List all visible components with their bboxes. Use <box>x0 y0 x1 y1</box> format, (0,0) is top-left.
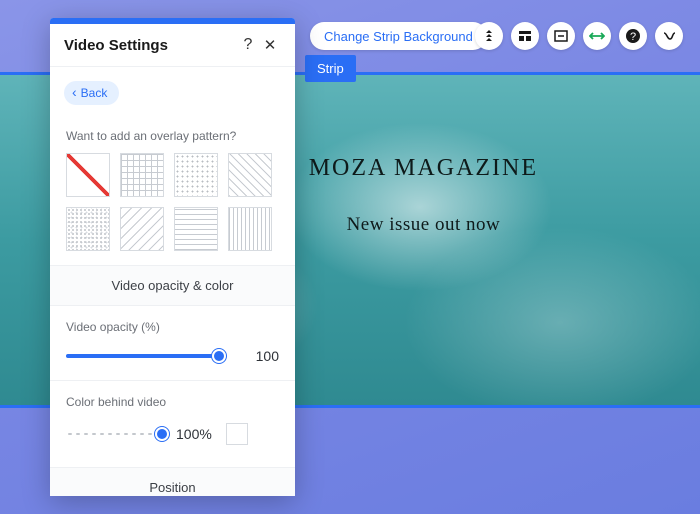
stretch-icon[interactable] <box>547 22 575 50</box>
back-button[interactable]: Back <box>64 81 119 105</box>
hero-title: MOZA MAGAZINE <box>309 155 538 182</box>
video-settings-panel: Video Settings ? ✕ Back Want to add an o… <box>50 18 295 496</box>
change-strip-label: Change Strip Background <box>324 29 473 44</box>
pattern-none[interactable] <box>66 153 110 197</box>
svg-text:?: ? <box>630 31 636 43</box>
field-color-behind: Color behind video 100% <box>50 381 295 451</box>
hero-text: MOZA MAGAZINE New issue out now <box>309 155 538 236</box>
layout-icon[interactable] <box>511 22 539 50</box>
strip-chip[interactable]: Strip <box>305 55 356 82</box>
help-icon[interactable]: ? <box>619 22 647 50</box>
video-opacity-value: 100 <box>233 348 279 364</box>
pattern-noise[interactable] <box>66 207 110 251</box>
change-strip-background-button[interactable]: Change Strip Background <box>310 22 487 50</box>
video-opacity-label: Video opacity (%) <box>66 320 279 334</box>
hero-subtitle: New issue out now <box>309 214 538 236</box>
pattern-diagonal[interactable] <box>228 153 272 197</box>
panel-title: Video Settings <box>64 37 237 54</box>
color-behind-slider[interactable] <box>66 431 162 437</box>
slider-thumb[interactable] <box>212 349 226 363</box>
pattern-grid[interactable] <box>120 153 164 197</box>
animation-icon[interactable] <box>655 22 683 50</box>
panel-header: Video Settings ? ✕ <box>50 24 295 67</box>
section-position[interactable]: Position <box>50 468 295 496</box>
panel-body: Back Want to add an overlay pattern? Vid… <box>50 67 295 496</box>
pattern-horizontal-lines[interactable] <box>174 207 218 251</box>
back-label: Back <box>81 86 108 100</box>
slider-thumb[interactable] <box>155 427 169 441</box>
color-behind-swatch[interactable] <box>226 423 248 445</box>
field-video-opacity: Video opacity (%) 100 <box>50 306 295 370</box>
toolbar-icons: ? <box>475 22 683 50</box>
color-behind-label: Color behind video <box>66 395 279 409</box>
panel-help-button[interactable]: ? <box>237 36 259 54</box>
video-opacity-slider[interactable] <box>66 354 219 358</box>
pattern-diagonal-2[interactable] <box>120 207 164 251</box>
color-behind-value: 100% <box>176 426 212 442</box>
overlay-pattern-grid <box>50 153 295 265</box>
close-icon[interactable]: ✕ <box>259 36 281 54</box>
width-arrows-icon[interactable] <box>583 22 611 50</box>
overlay-question: Want to add an overlay pattern? <box>66 129 279 143</box>
pattern-vertical-lines[interactable] <box>228 207 272 251</box>
scroll-effects-icon[interactable] <box>475 22 503 50</box>
pattern-dots[interactable] <box>174 153 218 197</box>
strip-chip-label: Strip <box>317 61 344 76</box>
section-opacity-color[interactable]: Video opacity & color <box>50 265 295 306</box>
